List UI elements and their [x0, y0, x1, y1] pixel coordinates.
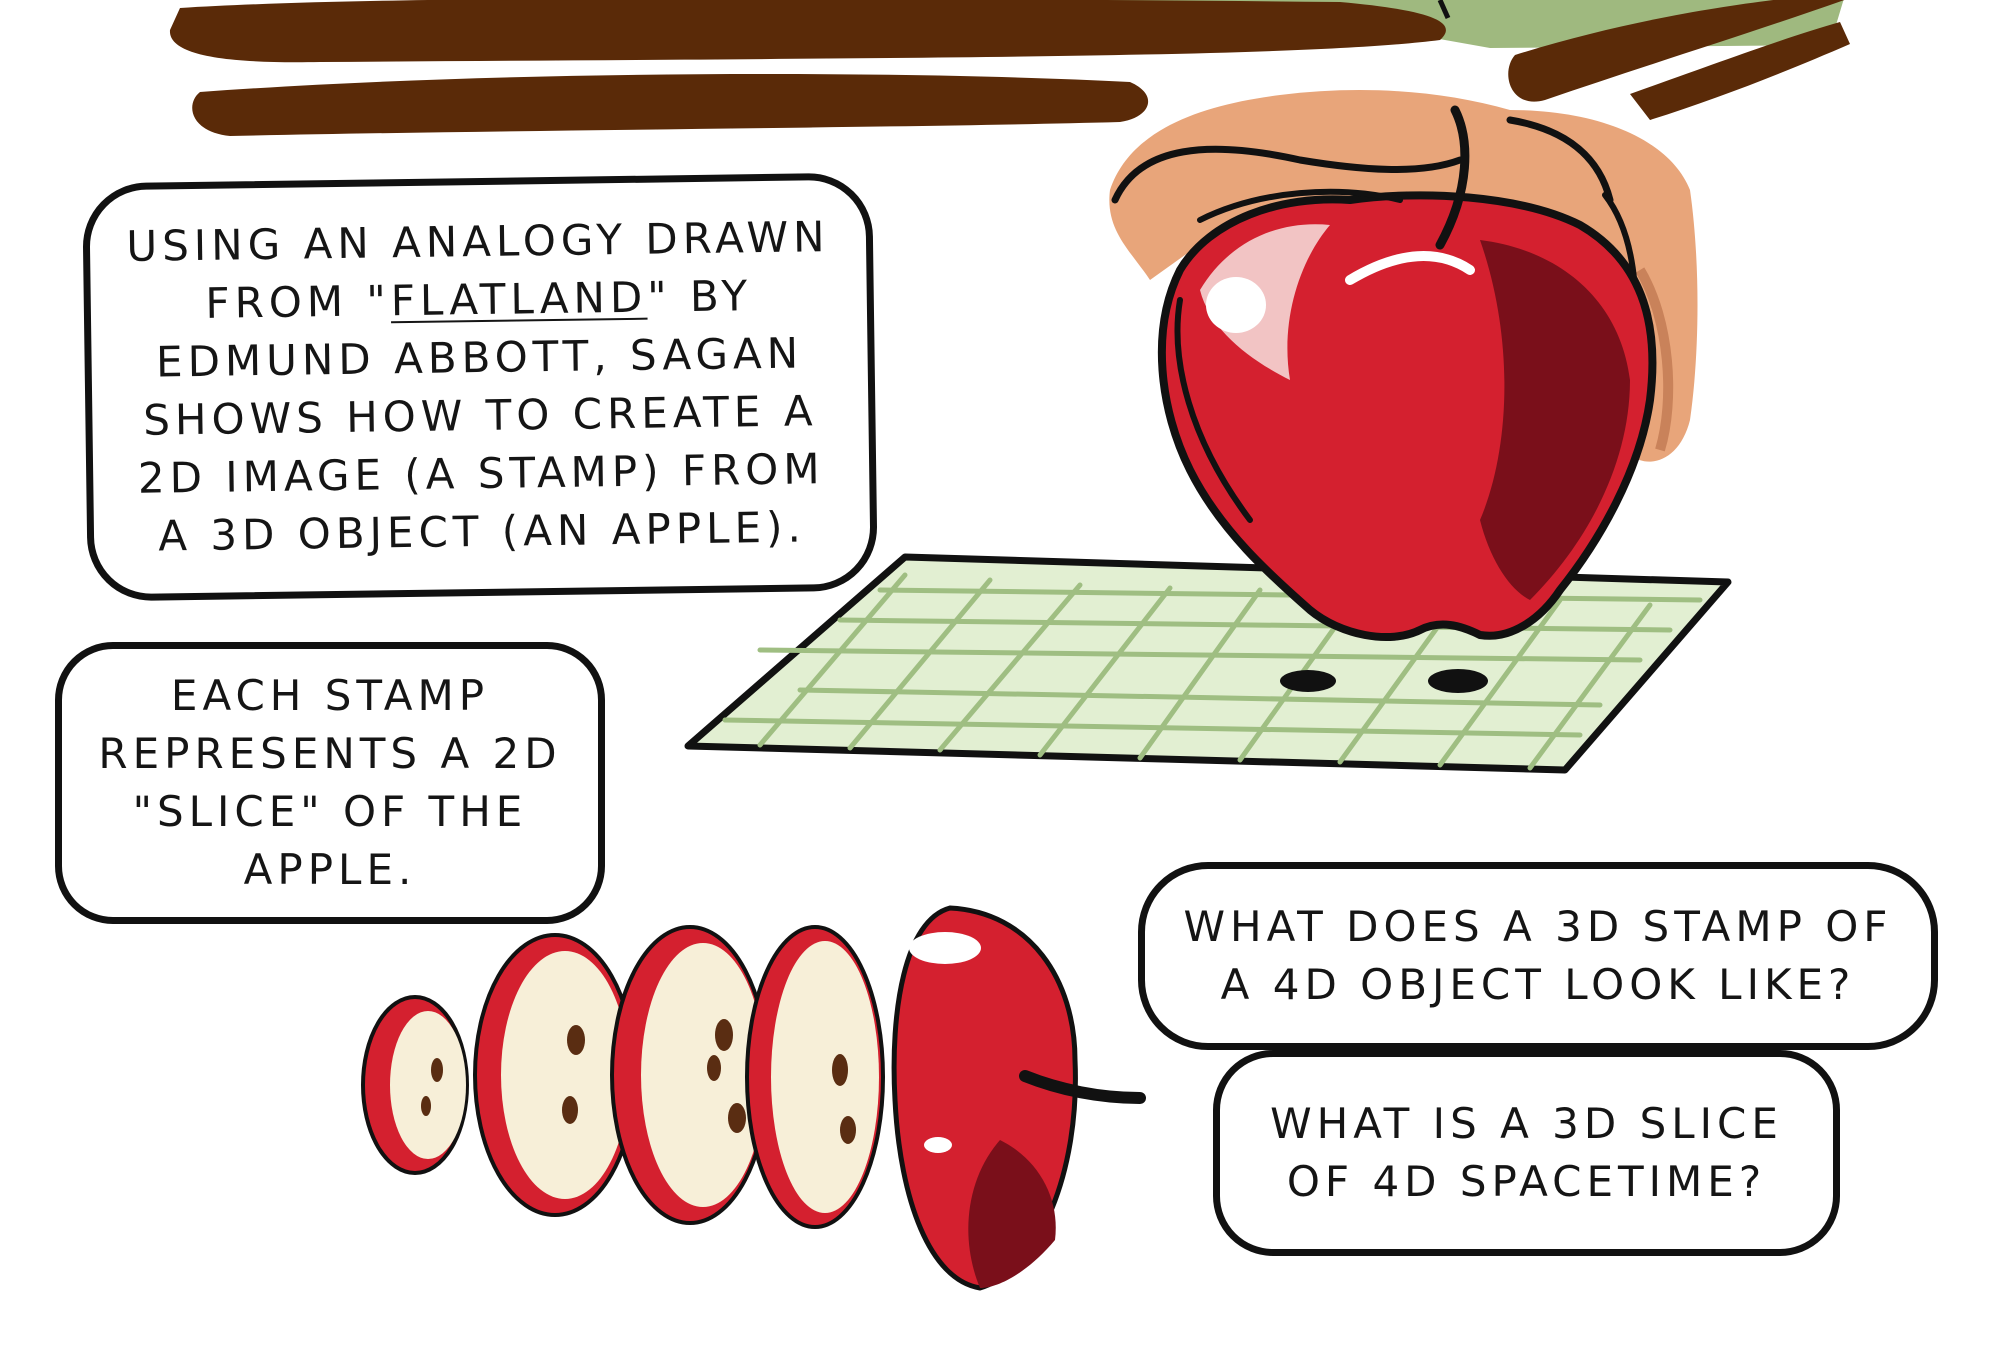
- analogy-text: USING AN ANALOGY DRAWN FROM "FLATLAND" B…: [114, 208, 847, 566]
- speech-bubble-question-slice: WHAT IS A 3D SLICE OF 4D SPACETIME?: [1213, 1050, 1840, 1256]
- apple-slices-icon: [361, 905, 1146, 1291]
- grid-mat-icon: [684, 553, 1732, 774]
- speech-bubble-analogy: USING AN ANALOGY DRAWN FROM "FLATLAND" B…: [82, 172, 878, 602]
- speech-bubble-question-stamp: WHAT DOES A 3D STAMP OF A 4D OBJECT LOOK…: [1138, 862, 1938, 1050]
- question-slice-text: WHAT IS A 3D SLICE OF 4D SPACETIME?: [1270, 1099, 1783, 1206]
- stamp-text: EACH STAMP REPRESENTS A 2D "SLICE" OF TH…: [98, 671, 562, 894]
- book-title: FLATLAND: [390, 272, 648, 326]
- speech-bubble-stamp: EACH STAMP REPRESENTS A 2D "SLICE" OF TH…: [55, 642, 605, 924]
- question-stamp-text: WHAT DOES A 3D STAMP OF A 4D OBJECT LOOK…: [1183, 902, 1893, 1009]
